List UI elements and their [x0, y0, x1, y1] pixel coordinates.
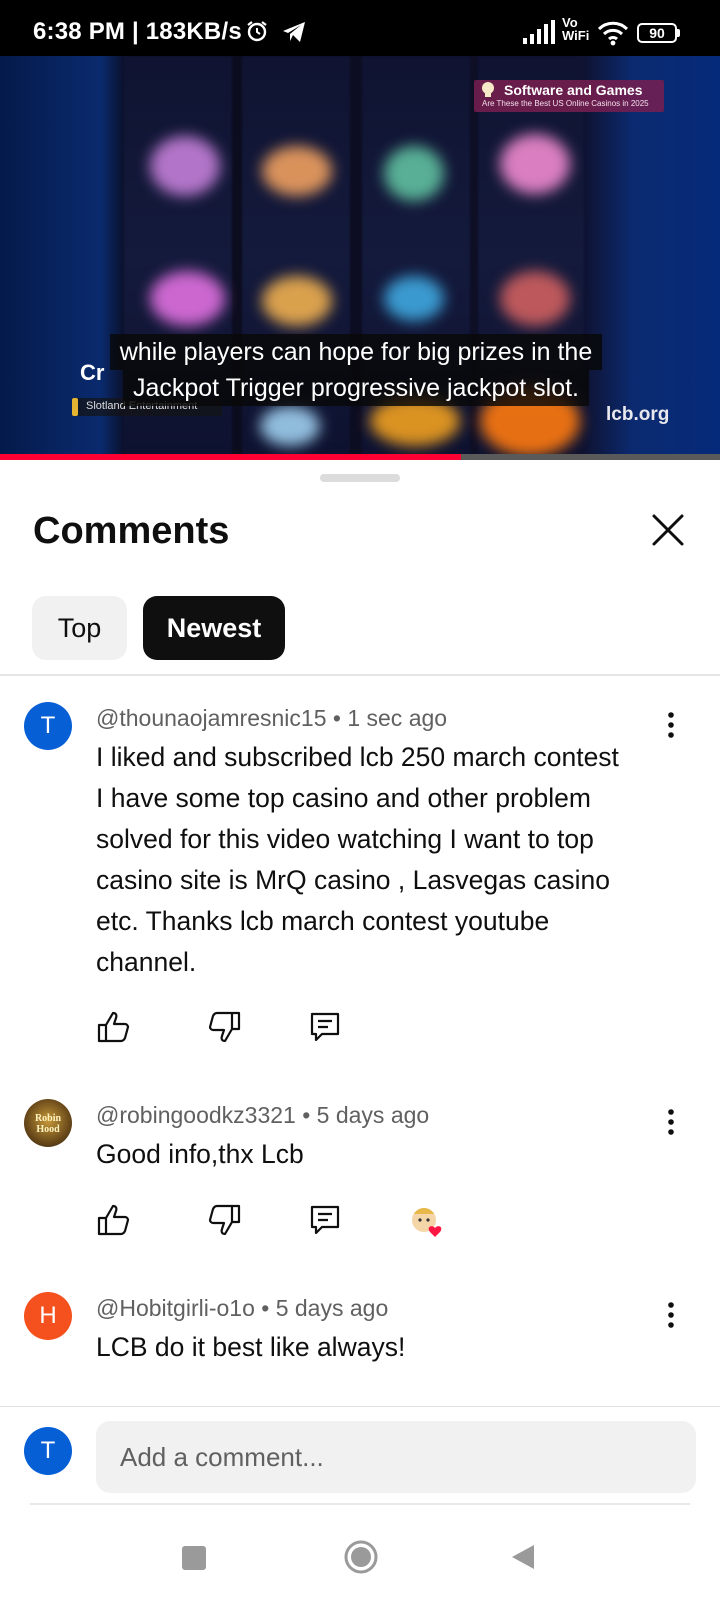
recents-button[interactable]	[182, 1546, 206, 1570]
dislike-icon[interactable]	[208, 1203, 242, 1237]
battery-level: 90	[649, 25, 665, 41]
comment-time: 1 sec ago	[347, 705, 448, 731]
more-options-icon[interactable]	[662, 710, 680, 740]
caption-line-1: while players can hope for big prizes in…	[109, 334, 603, 370]
comment-time: 5 days ago	[275, 1295, 389, 1321]
divider	[0, 674, 720, 676]
avatar[interactable]: H	[24, 1292, 72, 1340]
comment-time: 5 days ago	[316, 1102, 430, 1128]
video-badge-title: Software and Games	[504, 82, 643, 98]
reply-icon[interactable]	[308, 1203, 342, 1237]
comment-text: I liked and subscribed lcb 250 march con…	[96, 742, 619, 977]
more-options-icon[interactable]	[662, 1300, 680, 1330]
system-nav-bar	[0, 1506, 720, 1600]
creator-heart-icon	[412, 1208, 442, 1237]
comment-author[interactable]: @robingoodkz3321	[96, 1102, 296, 1128]
home-button[interactable]	[343, 1539, 379, 1575]
add-comment-input[interactable]: Add a comment...	[96, 1421, 696, 1493]
drag-handle[interactable]	[320, 474, 400, 482]
comment-meta: @Hobitgirli-o1o • 5 days ago	[96, 1295, 389, 1321]
like-icon[interactable]	[96, 1203, 130, 1237]
user-avatar[interactable]: T	[24, 1427, 72, 1475]
svg-text:Hood: Hood	[36, 1124, 60, 1135]
vowifi-label: Vo WiFi	[562, 15, 590, 43]
alarm-icon	[247, 21, 267, 42]
wifi-icon	[597, 21, 629, 46]
svg-text:Robin: Robin	[35, 1113, 62, 1124]
comments-title: Comments	[33, 510, 230, 552]
comment-input-bar: T Add a comment...	[0, 1406, 720, 1507]
telegram-icon	[283, 22, 305, 42]
divider	[30, 1503, 690, 1505]
signal-icon	[523, 20, 555, 44]
filter-chip-newest[interactable]: Newest	[143, 596, 285, 660]
back-button[interactable]	[508, 1542, 538, 1572]
close-icon[interactable]	[650, 512, 686, 548]
comment-meta: @robingoodkz3321 • 5 days ago	[96, 1102, 430, 1128]
dislike-icon[interactable]	[208, 1010, 242, 1044]
like-icon[interactable]	[96, 1010, 130, 1044]
caption-line-2: Jackpot Trigger progressive jackpot slot…	[122, 370, 590, 406]
comment-text: Good info,thx Lcb	[96, 1139, 304, 1169]
video-badge: Software and Games Are These the Best US…	[474, 80, 664, 112]
avatar[interactable]: T	[24, 702, 72, 750]
robin-hood-logo: RobinHood	[35, 1113, 62, 1135]
video-watermark: lcb.org	[606, 404, 670, 425]
comment-author[interactable]: @Hobitgirli-o1o	[96, 1295, 255, 1321]
comment-author[interactable]: @thounaojamresnic15	[96, 705, 326, 731]
status-bar: 6:38 PM | 183KB/s Vo WiFi 90	[0, 0, 720, 56]
more-options-icon[interactable]	[662, 1107, 680, 1137]
reply-icon[interactable]	[308, 1010, 342, 1044]
comment-text: LCB do it best like always!	[96, 1332, 406, 1362]
battery-icon: 90	[637, 23, 680, 43]
comment-meta: @thounaojamresnic15 • 1 sec ago	[96, 705, 448, 731]
video-player[interactable]: Software and Games Are These the Best US…	[0, 56, 720, 460]
lightbulb-icon	[482, 82, 494, 97]
video-badge-subtitle: Are These the Best US Online Casinos in …	[482, 99, 649, 108]
video-caption: while players can hope for big prizes in…	[100, 334, 612, 406]
filter-chip-top[interactable]: Top	[32, 596, 127, 660]
avatar[interactable]: Robin Hood	[24, 1099, 72, 1147]
status-time: 6:38 PM | 183KB/s	[33, 18, 242, 45]
